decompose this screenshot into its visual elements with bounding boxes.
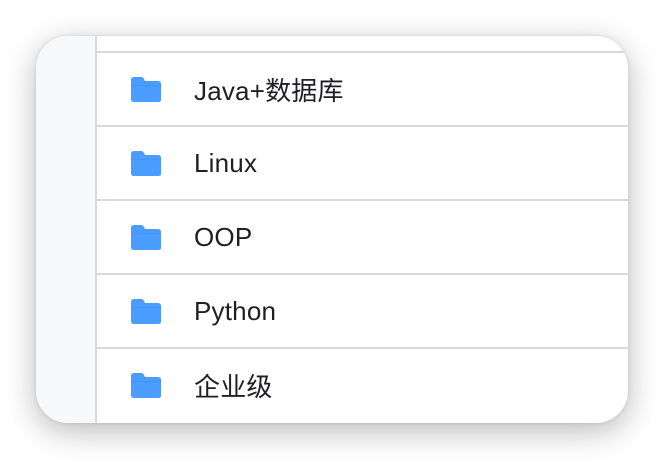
folder-icon (131, 298, 161, 324)
folder-row-java-database[interactable]: Java+数据库 (97, 53, 628, 127)
folder-name: 企业级 (194, 371, 273, 402)
folder-name: Java+数据库 (194, 75, 344, 106)
sidebar (36, 36, 97, 423)
folder-list: Java+数据库 Linux OOP Python 企业级 (97, 36, 628, 423)
folder-icon (131, 150, 161, 176)
folder-row-enterprise[interactable]: 企业级 (97, 349, 628, 421)
folder-row-linux[interactable]: Linux (97, 127, 628, 201)
file-browser-window: Java+数据库 Linux OOP Python 企业级 (36, 36, 628, 423)
folder-icon (131, 224, 161, 250)
folder-icon (131, 372, 161, 398)
folder-name: Python (194, 295, 277, 326)
folder-name: OOP (194, 221, 253, 252)
folder-name: Linux (194, 147, 258, 178)
folder-row-oop[interactable]: OOP (97, 201, 628, 275)
folder-row-python[interactable]: Python (97, 275, 628, 349)
screenshot-stage: Java+数据库 Linux OOP Python 企业级 (0, 0, 664, 460)
folder-icon (131, 76, 161, 102)
